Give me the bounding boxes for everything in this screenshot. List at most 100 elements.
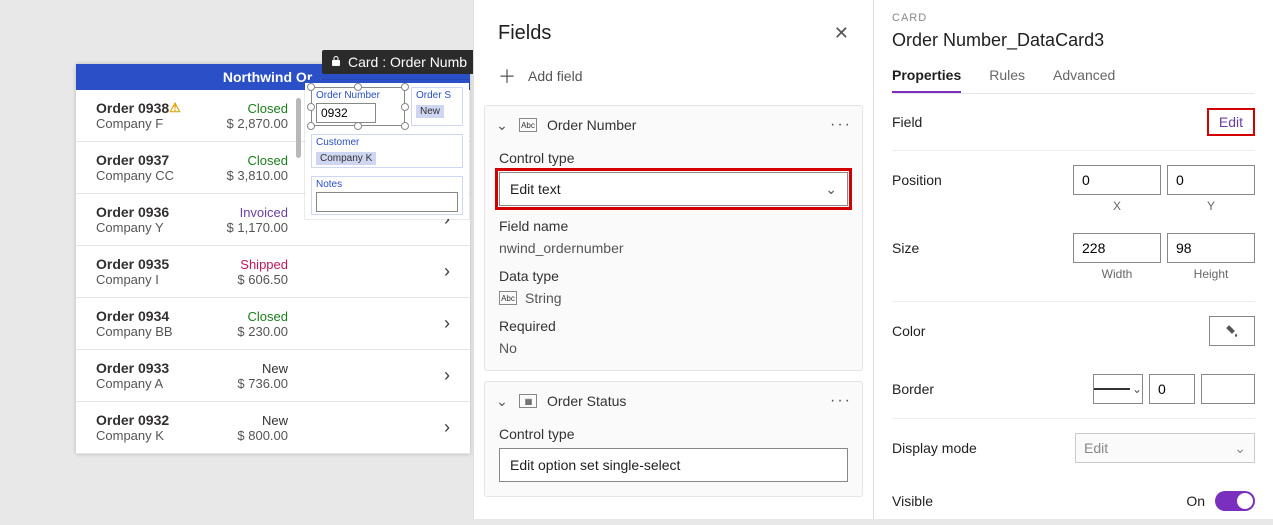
control-type-select[interactable]: Edit text ⌄ <box>499 172 848 206</box>
width-input[interactable] <box>1073 233 1161 263</box>
control-type-label: Control type <box>499 150 848 166</box>
data-type-value: String <box>525 290 562 306</box>
position-label: Position <box>892 172 942 188</box>
order-name: Order 0933 <box>96 360 216 376</box>
fields-panel: Fields ✕ ＋ Add field ⌄ Abc Order Number … <box>473 0 873 519</box>
required-label: Required <box>499 318 848 334</box>
tab-properties[interactable]: Properties <box>892 67 961 93</box>
display-mode-label: Display mode <box>892 440 977 456</box>
field-label: Notes <box>316 179 458 190</box>
order-row[interactable]: Order 0932Company KNew$ 800.00 › <box>76 402 470 454</box>
data-type-label: Data type <box>499 268 848 284</box>
add-field-label: Add field <box>528 68 582 84</box>
field-card-order-status: ⌄ ▦ Order Status ··· Control type Edit o… <box>484 381 863 497</box>
paint-icon <box>1225 324 1239 338</box>
order-amount: $ 3,810.00 <box>216 168 288 183</box>
optionset-type-icon: ▦ <box>519 394 537 408</box>
chevron-down-icon: ⌄ <box>825 181 837 198</box>
properties-panel: CARD Order Number_DataCard3 Properties R… <box>873 0 1273 519</box>
order-name: Order 0936 <box>96 204 216 220</box>
order-amount: $ 1,170.00 <box>216 220 288 235</box>
warning-icon: ⚠ <box>169 100 181 115</box>
company-name: Company I <box>96 272 216 287</box>
notes-input[interactable] <box>316 192 458 212</box>
order-status: Shipped <box>216 257 288 272</box>
field-name-label: Field name <box>499 218 848 234</box>
tab-advanced[interactable]: Advanced <box>1053 67 1115 93</box>
control-type-value: Edit option set single-select <box>510 457 680 473</box>
required-value: No <box>499 340 848 356</box>
field-label: Order Number <box>316 90 400 101</box>
position-x-input[interactable] <box>1073 165 1161 195</box>
field-card-header[interactable]: ⌄ Abc Order Number ··· <box>485 106 862 144</box>
order-status: Invoiced <box>216 205 288 220</box>
add-field-button[interactable]: ＋ Add field <box>474 55 873 105</box>
chevron-right-icon: › <box>436 417 458 438</box>
color-label: Color <box>892 323 925 339</box>
card-notes[interactable]: Notes <box>311 176 463 215</box>
card-order-number[interactable]: Order Number <box>311 87 405 126</box>
edit-field-button[interactable]: Edit <box>1207 108 1255 136</box>
card-customer[interactable]: Customer Company K <box>311 134 463 168</box>
order-status: Closed <box>216 309 288 324</box>
order-status: New <box>216 361 288 376</box>
chevron-down-icon: ⌄ <box>1234 440 1246 457</box>
tab-rules[interactable]: Rules <box>989 67 1025 93</box>
text-type-icon: Abc <box>499 291 517 305</box>
size-label: Size <box>892 240 919 256</box>
field-label: Order S <box>416 90 458 101</box>
form-card-preview[interactable]: Order Number Order S New Customer Compan… <box>305 80 469 219</box>
status-pill: New <box>416 105 444 118</box>
company-name: Company K <box>96 428 216 443</box>
order-amount: $ 606.50 <box>216 272 288 287</box>
border-width-input[interactable] <box>1149 374 1195 404</box>
position-y-input[interactable] <box>1167 165 1255 195</box>
order-row[interactable]: Order 0935Company IShipped$ 606.50› <box>76 246 470 298</box>
visible-toggle[interactable] <box>1215 491 1255 511</box>
visible-label: Visible <box>892 493 933 509</box>
x-sublabel: X <box>1073 199 1161 213</box>
company-name: Company Y <box>96 220 216 235</box>
company-name: Company A <box>96 376 216 391</box>
company-name: Company F <box>96 116 216 131</box>
field-card-order-number: ⌄ Abc Order Number ··· Control type Edit… <box>484 105 863 371</box>
list-scrollbar[interactable] <box>296 98 301 158</box>
order-row[interactable]: Order 0934Company BBClosed$ 230.00› <box>76 298 470 350</box>
order-status: Closed <box>216 101 288 116</box>
fields-panel-title: Fields <box>498 22 551 45</box>
selection-tooltip: Card : Order Numb <box>322 50 477 74</box>
breadcrumb: CARD <box>892 12 1255 24</box>
border-style-select[interactable]: ⌄ <box>1093 374 1143 404</box>
customer-pill: Company K <box>316 152 376 165</box>
field-label: Field <box>892 114 922 130</box>
color-picker[interactable] <box>1209 316 1255 346</box>
visible-state: On <box>1186 493 1205 509</box>
height-input[interactable] <box>1167 233 1255 263</box>
border-color-picker[interactable] <box>1201 374 1255 404</box>
order-status: New <box>216 413 288 428</box>
control-type-select[interactable]: Edit option set single-select <box>499 448 848 482</box>
field-name-value: nwind_ordernumber <box>499 240 848 256</box>
field-card-header[interactable]: ⌄ ▦ Order Status ··· <box>485 382 862 420</box>
order-amount: $ 800.00 <box>216 428 288 443</box>
company-name: Company CC <box>96 168 216 183</box>
order-name: Order 0935 <box>96 256 216 272</box>
more-icon[interactable]: ··· <box>830 392 852 410</box>
order-number-input[interactable] <box>316 103 376 123</box>
y-sublabel: Y <box>1167 199 1255 213</box>
order-amount: $ 736.00 <box>216 376 288 391</box>
selected-control-name: Order Number_DataCard3 <box>892 30 1255 51</box>
display-mode-value: Edit <box>1084 440 1108 456</box>
order-status: Closed <box>216 153 288 168</box>
order-amount: $ 230.00 <box>216 324 288 339</box>
close-icon[interactable]: ✕ <box>834 23 849 44</box>
more-icon[interactable]: ··· <box>830 116 852 134</box>
order-name: Order 0934 <box>96 308 216 324</box>
control-type-value: Edit text <box>510 181 561 197</box>
display-mode-select[interactable]: Edit ⌄ <box>1075 433 1255 463</box>
card-order-status[interactable]: Order S New <box>411 87 463 126</box>
order-name: Order 0932 <box>96 412 216 428</box>
order-name: Order 0938⚠ <box>96 100 216 116</box>
width-sublabel: Width <box>1073 267 1161 281</box>
order-row[interactable]: Order 0933Company ANew$ 736.00› <box>76 350 470 402</box>
